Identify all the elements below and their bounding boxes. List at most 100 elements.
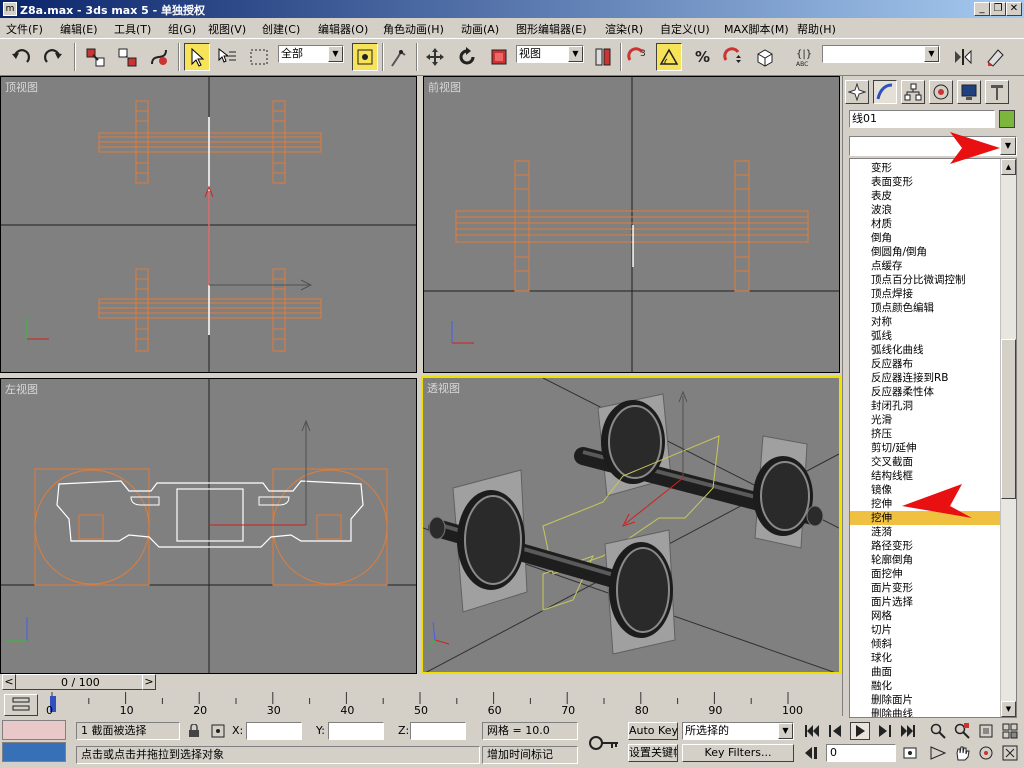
set-key-icon[interactable] bbox=[584, 724, 624, 762]
key-filters-button[interactable]: Key Filters... bbox=[682, 744, 794, 762]
menu-modifiers[interactable]: 编辑器(O) bbox=[318, 21, 368, 37]
current-frame-field[interactable]: 0 bbox=[826, 744, 896, 762]
modifier-item[interactable]: 波浪 bbox=[850, 203, 1000, 217]
undo-icon[interactable] bbox=[8, 43, 34, 71]
mirror-text-icon[interactable]: {|} ABC bbox=[792, 43, 818, 71]
mirror-icon[interactable] bbox=[950, 43, 976, 71]
viewport-left[interactable]: 左视图 bbox=[0, 378, 417, 674]
create-icon[interactable] bbox=[845, 80, 869, 104]
percent-snap-icon[interactable]: % bbox=[688, 43, 714, 71]
snap-toggle-icon[interactable]: 3 bbox=[624, 43, 650, 71]
modifier-item[interactable]: 倾斜 bbox=[850, 637, 1000, 651]
select-and-scale-icon[interactable] bbox=[486, 43, 512, 71]
modifier-item[interactable]: 封闭孔洞 bbox=[850, 399, 1000, 413]
zoom-icon[interactable] bbox=[928, 722, 948, 740]
viewport-front[interactable]: 前视图 bbox=[423, 76, 840, 373]
next-frame-icon[interactable] bbox=[874, 722, 894, 740]
maxscript-listener-pink[interactable] bbox=[2, 720, 66, 740]
object-name-field[interactable]: 线01 bbox=[849, 110, 995, 128]
set-key-button[interactable]: 设置关键帧 bbox=[628, 744, 678, 762]
key-mode-icon[interactable] bbox=[802, 744, 822, 762]
auto-key-button[interactable]: Auto Key bbox=[628, 722, 678, 740]
x-coordinate-field[interactable] bbox=[246, 722, 302, 740]
modifier-item[interactable]: 网格 bbox=[850, 609, 1000, 623]
viewport-perspective[interactable]: 透视图 bbox=[421, 376, 841, 674]
minimize-button[interactable]: _ bbox=[974, 2, 990, 16]
modifier-item[interactable]: 材质 bbox=[850, 217, 1000, 231]
display-icon[interactable] bbox=[957, 80, 981, 104]
maximize-button[interactable]: ❐ bbox=[990, 2, 1006, 16]
spinner-snap-icon[interactable] bbox=[720, 43, 746, 71]
go-to-end-icon[interactable] bbox=[898, 722, 918, 740]
modifier-item[interactable]: 倒角 bbox=[850, 231, 1000, 245]
open-mini-curve-editor-icon[interactable] bbox=[4, 694, 38, 716]
absolute-mode-icon[interactable] bbox=[208, 722, 228, 740]
object-color-swatch[interactable] bbox=[999, 110, 1015, 128]
zoom-extents-icon[interactable] bbox=[976, 722, 996, 740]
modifier-item[interactable]: 顶点百分比微调控制 bbox=[850, 273, 1000, 287]
utilities-icon[interactable] bbox=[985, 80, 1009, 104]
menu-character[interactable]: 角色动画(H) bbox=[383, 21, 444, 37]
bind-space-warp-icon[interactable] bbox=[146, 43, 172, 71]
modifier-item[interactable]: 顶点颜色编辑 bbox=[850, 301, 1000, 315]
y-coordinate-field[interactable] bbox=[328, 722, 384, 740]
unlink-icon[interactable] bbox=[114, 43, 140, 71]
previous-frame-icon[interactable] bbox=[826, 722, 846, 740]
select-and-link-icon[interactable] bbox=[82, 43, 108, 71]
modifier-item[interactable]: 剪切/延伸 bbox=[850, 441, 1000, 455]
modifier-item[interactable]: 弧线 bbox=[850, 329, 1000, 343]
maxscript-listener-white[interactable] bbox=[2, 742, 66, 762]
window-crossing-icon[interactable] bbox=[352, 43, 378, 71]
select-object-icon[interactable] bbox=[184, 43, 210, 71]
time-slider[interactable]: 0 / 100 < > bbox=[0, 674, 842, 692]
zoom-extents-all-icon[interactable] bbox=[1000, 722, 1020, 740]
zoom-all-icon[interactable] bbox=[952, 722, 972, 740]
time-prev-button[interactable]: < bbox=[2, 674, 16, 690]
arc-rotate-icon[interactable] bbox=[976, 744, 996, 762]
selection-filter-dropdown[interactable]: 全部 ▼ bbox=[278, 45, 344, 63]
reference-coord-dropdown[interactable]: 视图 ▼ bbox=[516, 45, 584, 63]
viewport-label-top[interactable]: 顶视图 bbox=[5, 79, 38, 95]
time-next-button[interactable]: > bbox=[142, 674, 156, 690]
move-gizmo-icon[interactable] bbox=[386, 43, 412, 71]
max-app-icon[interactable]: m bbox=[3, 2, 17, 16]
modifier-item[interactable]: 路径变形 bbox=[850, 539, 1000, 553]
modifier-item[interactable]: 顶点焊接 bbox=[850, 287, 1000, 301]
modifier-item[interactable]: 挤压 bbox=[850, 427, 1000, 441]
play-icon[interactable] bbox=[850, 722, 870, 740]
pan-hand-icon[interactable] bbox=[952, 744, 972, 762]
modifier-item[interactable]: 删除曲线 bbox=[850, 707, 1000, 717]
modifier-item[interactable]: 轮廓倒角 bbox=[850, 553, 1000, 567]
modifier-item[interactable]: 反应器柔性体 bbox=[850, 385, 1000, 399]
track-bar[interactable]: 0 10 20 30 40 50 60 70 80 90 100 bbox=[0, 692, 842, 718]
menu-graph-editors[interactable]: 图形编辑器(E) bbox=[516, 21, 587, 37]
modifier-item[interactable]: 表皮 bbox=[850, 189, 1000, 203]
edit-named-selections-icon[interactable] bbox=[752, 43, 778, 71]
menu-customize[interactable]: 自定义(U) bbox=[660, 21, 710, 37]
modifier-list-scrollbar[interactable]: ▲ ▼ bbox=[1000, 159, 1016, 717]
modifier-item[interactable]: 弧线化曲线 bbox=[850, 343, 1000, 357]
redo-icon[interactable] bbox=[40, 43, 66, 71]
viewport-top[interactable]: 顶视图 bbox=[0, 76, 417, 373]
scroll-down-icon[interactable]: ▼ bbox=[1001, 701, 1016, 717]
modifier-item[interactable]: 面挖伸 bbox=[850, 567, 1000, 581]
modifier-item[interactable]: 球化 bbox=[850, 651, 1000, 665]
menu-maxscript[interactable]: MAX脚本(M) bbox=[724, 21, 789, 37]
modifier-item[interactable]: 对称 bbox=[850, 315, 1000, 329]
modifier-item[interactable]: 融化 bbox=[850, 679, 1000, 693]
menu-file[interactable]: 文件(F) bbox=[6, 21, 43, 37]
modifier-list[interactable]: 变形 表面变形 表皮 波浪 材质 倒角 倒圆角/倒角 点缓存 顶点百分比微调控制 顶点焊接 顶点颜色… bbox=[849, 158, 1017, 718]
modifier-item[interactable]: 光滑 bbox=[850, 413, 1000, 427]
selection-set-dropdown[interactable]: 所选择的 ▼ bbox=[682, 722, 794, 740]
select-and-move-icon[interactable] bbox=[422, 43, 448, 71]
time-configuration-icon[interactable] bbox=[900, 744, 920, 762]
menu-help[interactable]: 帮助(H) bbox=[797, 21, 836, 37]
modifier-item[interactable]: 面片选择 bbox=[850, 595, 1000, 609]
hierarchy-icon[interactable] bbox=[901, 80, 925, 104]
pivot-center-icon[interactable] bbox=[590, 43, 616, 71]
close-button[interactable]: ✕ bbox=[1006, 2, 1022, 16]
rectangular-selection-icon[interactable] bbox=[246, 43, 272, 71]
menu-animation[interactable]: 动画(A) bbox=[461, 21, 499, 37]
z-coordinate-field[interactable] bbox=[410, 722, 466, 740]
modifier-item[interactable]: 倒圆角/倒角 bbox=[850, 245, 1000, 259]
